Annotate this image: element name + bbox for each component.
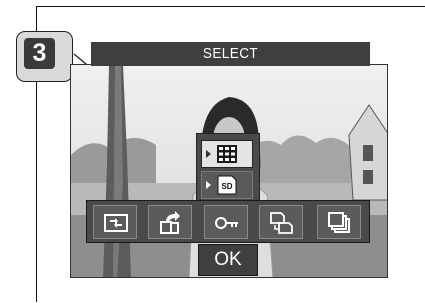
ok-button[interactable]: OK [198, 244, 258, 276]
slideshow-icon [104, 214, 128, 232]
sd-card-icon: SD [217, 175, 237, 195]
triangle-right-icon [206, 181, 211, 189]
function-toolbar [86, 200, 370, 243]
copy-button[interactable] [259, 205, 303, 239]
submenu-popup: SD [196, 133, 260, 203]
step-number: 3 [24, 38, 55, 69]
print-order-icon [328, 212, 350, 233]
copy-icon [270, 212, 293, 234]
protect-key-icon [215, 217, 238, 229]
slideshow-button[interactable] [93, 205, 137, 239]
step-tab: 3 [16, 31, 73, 82]
screen-title: SELECT [202, 45, 259, 62]
print-order-button[interactable] [317, 205, 361, 239]
ok-label: OK [214, 249, 242, 270]
submenu-item-sd[interactable]: SD [201, 171, 253, 199]
rotate-button[interactable] [148, 205, 192, 239]
sd-card-label: SD [221, 182, 232, 191]
protect-button[interactable] [204, 205, 248, 239]
rotate-icon [160, 211, 180, 234]
index-grid-icon [217, 145, 237, 163]
triangle-right-icon [206, 150, 211, 158]
submenu-item-index[interactable] [201, 140, 253, 168]
title-bar: SELECT [91, 42, 370, 66]
